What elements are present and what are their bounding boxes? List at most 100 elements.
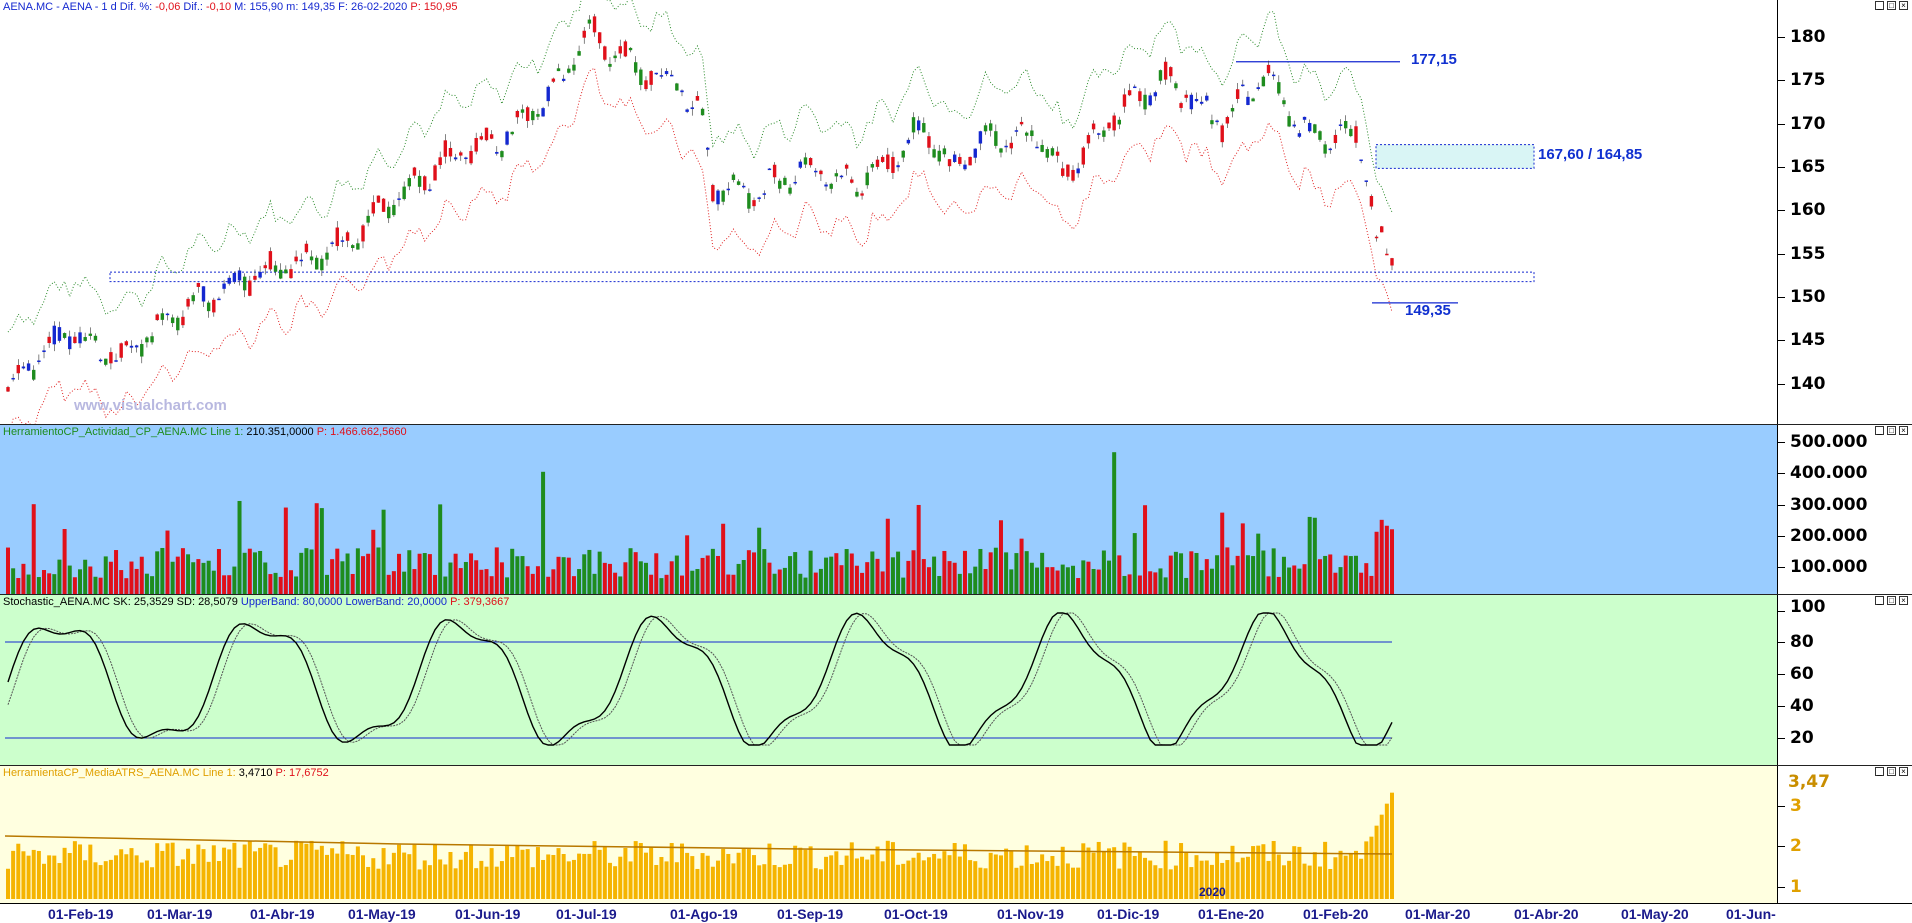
candle-body bbox=[783, 177, 787, 185]
atr-bar bbox=[283, 865, 288, 899]
activity-bar bbox=[1086, 561, 1091, 594]
activity-bar bbox=[196, 559, 201, 594]
atr-bar bbox=[499, 861, 504, 899]
stochastic-y-axis[interactable]: 100 80 60 40 20 bbox=[1777, 595, 1912, 765]
atr-bar bbox=[155, 843, 160, 899]
activity-bar bbox=[587, 549, 592, 594]
candle-body bbox=[824, 184, 828, 187]
atr-bar bbox=[1153, 865, 1158, 899]
close-icon[interactable]: × bbox=[1899, 767, 1908, 776]
activity-bar bbox=[788, 556, 793, 594]
candle-body bbox=[1266, 64, 1271, 74]
atr-bar bbox=[510, 857, 515, 899]
candle-body bbox=[633, 62, 638, 73]
candle-body bbox=[448, 147, 453, 157]
atr-bar bbox=[906, 860, 911, 899]
atr-bar bbox=[1287, 860, 1292, 899]
atr-pane[interactable]: HerramientaCP_MediaATRS_AENA.MC Line 1: … bbox=[0, 766, 1912, 903]
maximize-icon[interactable]: □ bbox=[1887, 596, 1896, 605]
candle-body bbox=[1220, 125, 1224, 143]
atr-bar bbox=[520, 849, 525, 899]
activity-bar bbox=[335, 548, 340, 594]
activity-bar bbox=[1317, 559, 1322, 594]
candle-body bbox=[850, 179, 854, 183]
stochastic-pane[interactable]: Stochastic_AENA.MC SK: 25,3529 SD: 28,50… bbox=[0, 595, 1912, 766]
atr-bar bbox=[463, 851, 468, 899]
atr-bar bbox=[1009, 851, 1014, 899]
atr-bar bbox=[340, 841, 345, 899]
candle-body bbox=[21, 366, 26, 369]
price-window-buttons: _ □ × bbox=[1875, 1, 1908, 10]
x-axis-label: 01-Abr-20 bbox=[1514, 906, 1579, 922]
candle-body bbox=[865, 172, 869, 186]
price-y-axis[interactable]: 180 175 170 165 160 155 150 145 140 bbox=[1777, 0, 1912, 424]
activity-bar bbox=[998, 520, 1003, 594]
candle-body bbox=[1194, 98, 1199, 102]
activity-bar bbox=[1379, 519, 1384, 594]
activity-bar bbox=[366, 553, 371, 594]
x-axis[interactable]: 01-Feb-19 01-Mar-19 01-Abr-19 01-May-19 01-J… bbox=[0, 903, 1912, 923]
activity-bar bbox=[993, 547, 998, 594]
activity-pane[interactable]: HerramientoCP_Actividad_CP_AENA.MC Line … bbox=[0, 425, 1912, 595]
maximize-icon[interactable]: □ bbox=[1887, 767, 1896, 776]
x-axis-label: 01-Feb-19 bbox=[48, 906, 114, 922]
minimize-icon[interactable]: _ bbox=[1875, 767, 1884, 776]
atr-bar bbox=[690, 856, 695, 899]
stoch-lower: LowerBand: 20,0000 bbox=[345, 596, 448, 608]
candle-body bbox=[258, 271, 262, 278]
minimize-icon[interactable]: _ bbox=[1875, 596, 1884, 605]
price-plot[interactable]: AENA.MC - AENA - 1 d Dif. %: -0,06 Dif.:… bbox=[0, 0, 1777, 424]
minimize-icon[interactable]: _ bbox=[1875, 1, 1884, 10]
candle-body bbox=[1189, 94, 1194, 110]
atr-bar bbox=[469, 845, 474, 899]
candle-body bbox=[1138, 91, 1142, 102]
atr-bar bbox=[1302, 863, 1307, 899]
atr-bar bbox=[376, 868, 381, 899]
close-icon[interactable]: × bbox=[1899, 1, 1908, 10]
activity-bar bbox=[324, 574, 329, 594]
activity-bar bbox=[242, 552, 247, 594]
candle-body bbox=[1369, 196, 1374, 207]
stoch-name: Stochastic_AENA.MC bbox=[3, 596, 110, 608]
stochastic-plot[interactable]: Stochastic_AENA.MC SK: 25,3529 SD: 28,50… bbox=[0, 595, 1777, 765]
atr-bar bbox=[186, 848, 191, 899]
atr-plot[interactable]: HerramientaCP_MediaATRS_AENA.MC Line 1: … bbox=[0, 766, 1777, 903]
atr-bar bbox=[1194, 855, 1199, 899]
activity-bar bbox=[42, 570, 47, 594]
candle-body bbox=[736, 181, 741, 185]
atr-bar bbox=[875, 846, 880, 899]
candle-body bbox=[351, 245, 355, 249]
candle-body bbox=[628, 47, 633, 51]
atr-bar bbox=[417, 869, 422, 899]
atr-bar bbox=[1353, 850, 1358, 899]
close-icon[interactable]: × bbox=[1899, 426, 1908, 435]
candle-body bbox=[181, 316, 185, 326]
activity-bar bbox=[427, 554, 432, 594]
activity-bar bbox=[1256, 533, 1261, 594]
atr-bar bbox=[211, 845, 216, 899]
atr-bar bbox=[222, 847, 227, 899]
activity-bar bbox=[268, 574, 273, 594]
activity-plot[interactable]: HerramientoCP_Actividad_CP_AENA.MC Line … bbox=[0, 425, 1777, 594]
activity-bar bbox=[1359, 572, 1364, 594]
candle-body bbox=[309, 256, 314, 261]
maximize-icon[interactable]: □ bbox=[1887, 1, 1896, 10]
price-pane[interactable]: AENA.MC - AENA - 1 d Dif. %: -0,06 Dif.:… bbox=[0, 0, 1912, 425]
candle-body bbox=[947, 159, 952, 167]
close-icon[interactable]: × bbox=[1899, 596, 1908, 605]
activity-bar bbox=[1209, 568, 1214, 594]
atr-bar bbox=[402, 852, 407, 899]
candle-body bbox=[1179, 103, 1183, 108]
minimize-icon[interactable]: _ bbox=[1875, 426, 1884, 435]
atr-bar bbox=[921, 860, 926, 899]
candle-body bbox=[1297, 133, 1302, 137]
activity-bar bbox=[21, 563, 26, 594]
low-annotation: 149,35 bbox=[1405, 302, 1451, 319]
atr-bar bbox=[1369, 836, 1374, 899]
candle-body bbox=[248, 280, 252, 296]
atr-y-axis[interactable]: 3,47 3 2 1 bbox=[1777, 766, 1912, 903]
activity-bar bbox=[180, 548, 185, 594]
maximize-icon[interactable]: □ bbox=[1887, 426, 1896, 435]
activity-y-axis[interactable]: 500.000 400.000 300.000 200.000 100.000 bbox=[1777, 425, 1912, 594]
gap-zone-annotation: 167,60 / 164,85 bbox=[1538, 146, 1643, 163]
